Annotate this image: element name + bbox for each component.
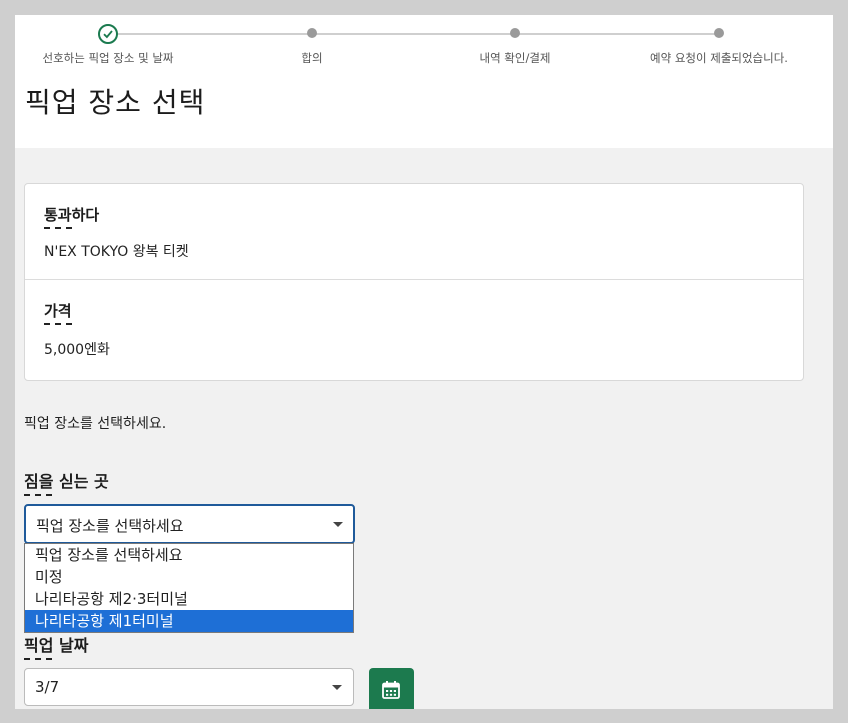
progress-stepper: 선호하는 픽업 장소 및 날짜 합의 내역 확인/결제 예약 요청이 제출되었습… [15, 15, 833, 75]
dropdown-option[interactable]: 픽업 장소를 선택하세요 [25, 544, 353, 566]
pickup-date-select[interactable]: 3/7 [24, 668, 354, 706]
price-label: 가격 [44, 300, 72, 325]
step-label-1: 선호하는 픽업 장소 및 날짜 [42, 51, 174, 65]
chevron-down-icon [332, 685, 342, 690]
step-label-3: 내역 확인/결제 [479, 51, 551, 65]
calendar-button[interactable] [369, 668, 414, 709]
chevron-down-icon [333, 522, 343, 527]
dropdown-option[interactable]: 나리타공항 제2·3터미널 [25, 588, 353, 610]
pickup-date-selected: 3/7 [35, 678, 60, 696]
pass-label: 통과하다 [44, 204, 99, 229]
pass-value: N'EX TOKYO 왕복 티켓 [44, 244, 189, 260]
price-value: 5,000엔화 [44, 342, 110, 358]
step-label-2: 합의 [301, 51, 323, 65]
page-title: 픽업 장소 선택 [25, 86, 206, 119]
dropdown-option-highlighted[interactable]: 나리타공항 제1터미널 [25, 610, 353, 632]
card-divider [25, 279, 803, 280]
ticket-summary-card: 통과하다 N'EX TOKYO 왕복 티켓 가격 5,000엔화 [24, 183, 804, 381]
pickup-location-label: 짐을 싣는 곳 [24, 468, 109, 496]
pickup-location-select[interactable]: 픽업 장소를 선택하세요 [24, 504, 355, 544]
step-dot-2 [307, 28, 317, 38]
step-dot-4 [714, 28, 724, 38]
check-circle-icon [98, 24, 118, 44]
calendar-icon [382, 681, 400, 699]
instruction-text: 픽업 장소를 선택하세요. [24, 416, 167, 432]
step-dot-3 [510, 28, 520, 38]
pickup-location-dropdown: 픽업 장소를 선택하세요 미정 나리타공항 제2·3터미널 나리타공항 제1터미… [24, 543, 354, 633]
pickup-date-label: 픽업 날짜 [24, 632, 88, 660]
step-label-4: 예약 요청이 제출되었습니다. [650, 51, 788, 65]
app-frame: 선호하는 픽업 장소 및 날짜 합의 내역 확인/결제 예약 요청이 제출되었습… [15, 15, 833, 709]
pickup-location-selected: 픽업 장소를 선택하세요 [36, 517, 184, 535]
dropdown-option[interactable]: 미정 [25, 566, 353, 588]
stepper-line [108, 33, 719, 35]
